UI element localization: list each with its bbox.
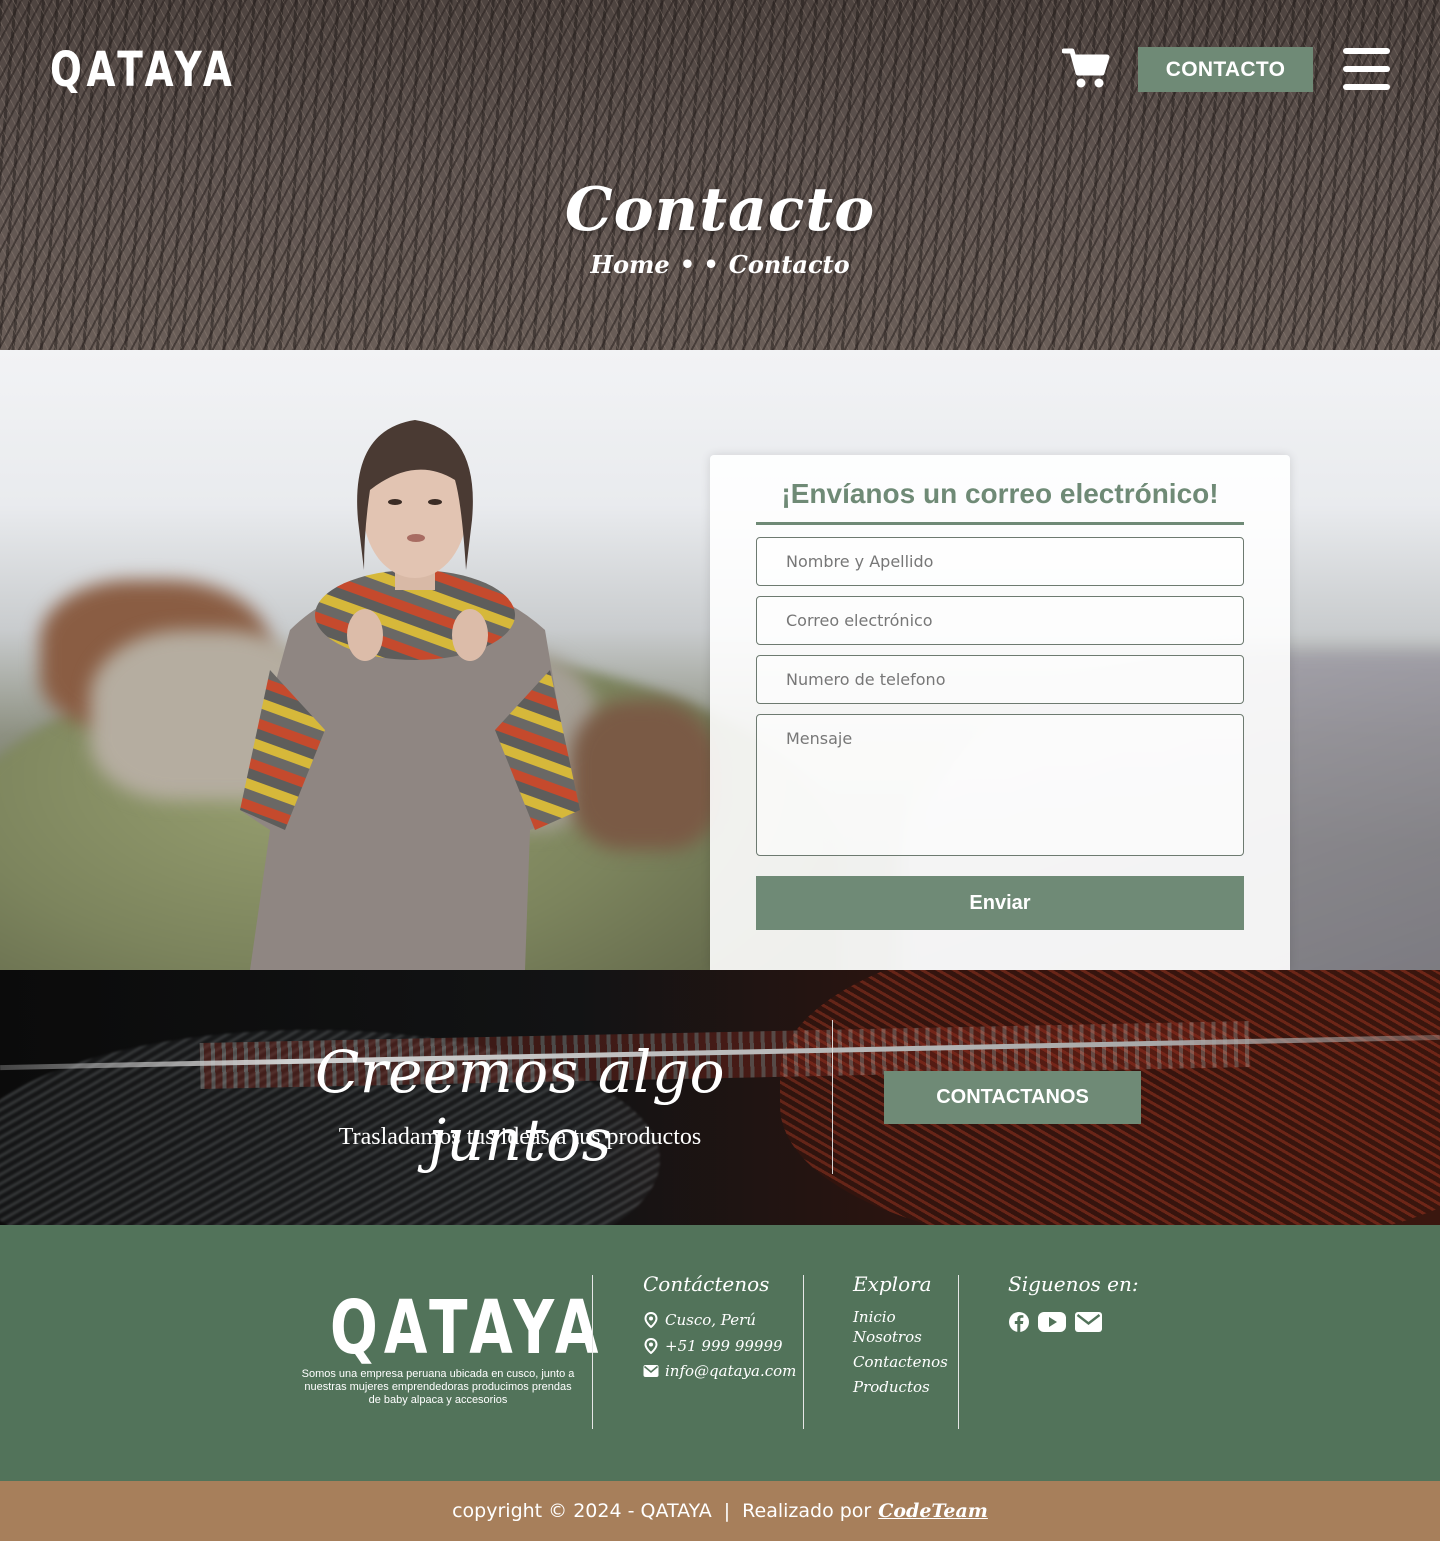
- page-title: Contacto: [564, 175, 876, 245]
- footer-explore-heading: Explora: [853, 1272, 932, 1296]
- cta-title: Creemos algo juntos: [314, 1038, 726, 1174]
- breadcrumb-home[interactable]: Home: [590, 250, 669, 279]
- location-text: Cusco, Perú: [665, 1311, 756, 1329]
- footer-location: Cusco, Perú: [643, 1311, 756, 1329]
- phone-input[interactable]: [756, 655, 1244, 704]
- envelope-icon: [643, 1365, 659, 1377]
- footer-link-inicio[interactable]: Inicio: [853, 1308, 896, 1326]
- footer-divider: [958, 1275, 959, 1429]
- hero-banner: QATAYA CONTACTO Contacto Home • • Contacto: [0, 0, 1440, 350]
- footer-link-productos[interactable]: Productos: [853, 1378, 930, 1396]
- phone-text[interactable]: +51 999 99999: [665, 1337, 783, 1355]
- submit-button[interactable]: Enviar: [756, 876, 1244, 930]
- breadcrumb: Home • • Contacto: [0, 250, 1440, 279]
- codeteam-link[interactable]: CodeTeam: [878, 1500, 988, 1522]
- location-pin-icon: [644, 1312, 658, 1328]
- message-textarea[interactable]: [756, 714, 1244, 856]
- footer-email: info@qataya.com: [643, 1362, 796, 1380]
- form-heading: ¡Envíanos un correo electrónico!: [781, 478, 1219, 509]
- location-pin-icon: [644, 1338, 658, 1354]
- hamburger-menu-icon[interactable]: [1343, 48, 1390, 90]
- footer-contact-heading: Contáctenos: [643, 1272, 770, 1296]
- footer-logo: QATAYA: [330, 1285, 605, 1371]
- footer-divider: [592, 1275, 593, 1429]
- cta-divider: [832, 1020, 833, 1174]
- footer-link-contactenos[interactable]: Contactenos: [853, 1353, 948, 1371]
- copyright-separator: |: [723, 1500, 731, 1522]
- email-text[interactable]: info@qataya.com: [665, 1362, 796, 1380]
- form-heading-underline: [756, 522, 1244, 525]
- footer-link-nosotros[interactable]: Nosotros: [853, 1328, 922, 1346]
- model-photo: [240, 420, 580, 970]
- breadcrumb-separator: • •: [679, 250, 719, 279]
- made-by-text: Realizado por: [742, 1500, 872, 1522]
- breadcrumb-current: Contacto: [728, 250, 850, 279]
- footer-divider: [803, 1275, 804, 1429]
- footer-phone: +51 999 99999: [643, 1337, 783, 1355]
- copyright-bar: copyright © 2024 - QATAYA | Realizado po…: [0, 1481, 1440, 1541]
- cta-subtitle: Trasladamos tus ideas a tus productos: [338, 1124, 702, 1150]
- contact-nav-button[interactable]: CONTACTO: [1138, 47, 1313, 92]
- name-input[interactable]: [756, 537, 1244, 586]
- youtube-icon[interactable]: [1038, 1310, 1066, 1334]
- site-logo[interactable]: QATAYA: [50, 44, 237, 96]
- mail-icon[interactable]: [1075, 1310, 1102, 1334]
- shopping-cart-icon[interactable]: [1062, 48, 1110, 90]
- copyright-text: copyright © 2024 - QATAYA: [452, 1500, 712, 1522]
- contact-us-button[interactable]: CONTACTANOS: [884, 1071, 1141, 1124]
- email-input[interactable]: [756, 596, 1244, 645]
- footer-social-heading: Siguenos en:: [1008, 1272, 1139, 1296]
- facebook-icon[interactable]: [1008, 1310, 1030, 1334]
- footer-description: Somos una empresa peruana ubicada en cus…: [301, 1368, 575, 1406]
